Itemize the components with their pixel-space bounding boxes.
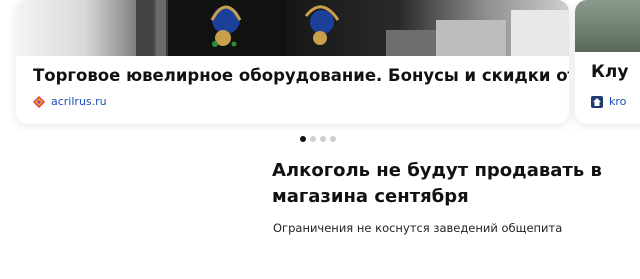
ad-source-name[interactable]: acrilrus.ru — [51, 95, 107, 108]
ad-card[interactable]: Торговое ювелирное оборудование. Бонусы … — [16, 0, 569, 124]
ad-title[interactable]: Торговое ювелирное оборудование. Бонусы … — [33, 66, 569, 85]
house-logo-icon — [591, 95, 603, 108]
ad-source[interactable]: kro — [591, 95, 626, 108]
ad-image-building — [575, 0, 640, 52]
ad-image-strip[interactable] — [16, 0, 569, 56]
ad-source-name[interactable]: kro — [609, 95, 626, 108]
carousel-pagination — [300, 136, 336, 142]
news-headline[interactable]: Алкоголь не будут продавать в магазина с… — [272, 158, 640, 210]
ad-image-display-stand — [16, 0, 168, 56]
ad-card-next[interactable]: Клу kro — [575, 0, 640, 124]
ad-title[interactable]: Клу — [591, 62, 628, 82]
pagination-dot[interactable] — [310, 136, 316, 142]
ad-source[interactable]: acrilrus.ru — [33, 95, 107, 108]
pagination-dot[interactable] — [320, 136, 326, 142]
news-subtitle: Ограничения не коснутся заведений общепи… — [273, 221, 563, 235]
ad-image-showcase — [286, 0, 569, 56]
pagination-dot[interactable] — [330, 136, 336, 142]
ad-image-pendant — [168, 0, 286, 56]
ad-carousel: Торговое ювелирное оборудование. Бонусы … — [0, 0, 640, 130]
pagination-dot-active[interactable] — [300, 136, 306, 142]
diamond-logo-icon — [33, 95, 45, 108]
